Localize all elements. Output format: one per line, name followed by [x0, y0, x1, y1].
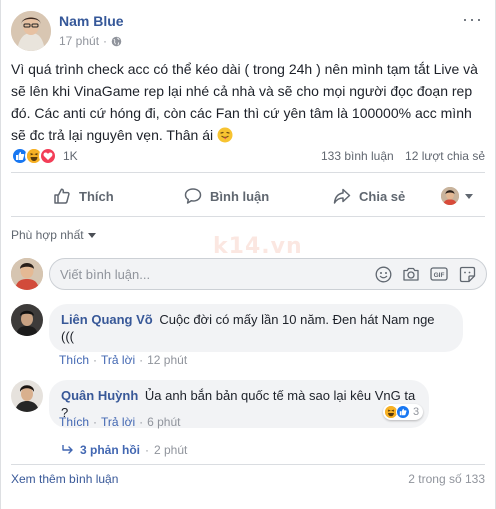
- commenter-avatar[interactable]: [11, 380, 43, 412]
- react-as-selector[interactable]: [441, 187, 473, 205]
- share-button[interactable]: Chia sẻ: [333, 187, 405, 205]
- comment-like-link[interactable]: Thích: [59, 353, 89, 367]
- viewer-avatar: [441, 187, 459, 205]
- share-count-link[interactable]: 12 lượt chia sẻ: [405, 149, 485, 163]
- comment-pagination-count: 2 trong số 133: [408, 472, 485, 486]
- commenter-avatar[interactable]: [11, 304, 43, 336]
- emoji-icon[interactable]: [374, 265, 392, 283]
- like-reaction-icon: [396, 405, 410, 419]
- divider: [11, 216, 485, 217]
- post-text: Vì quá trình check acc có thể kéo dài ( …: [11, 61, 478, 143]
- gif-icon[interactable]: GIF: [430, 265, 448, 283]
- tongue-emoji-icon: [217, 127, 233, 143]
- svg-text:GIF: GIF: [434, 272, 445, 279]
- replies-time: 2 phút: [154, 443, 188, 457]
- like-button[interactable]: Thích: [53, 187, 114, 205]
- globe-icon: [111, 36, 122, 46]
- camera-icon[interactable]: [402, 265, 420, 283]
- watermark-logo: k14.vn: [213, 234, 303, 259]
- post-actions: Thích Bình luận Chia sẻ: [11, 180, 485, 212]
- view-more-comments-link[interactable]: Xem thêm bình luận: [11, 472, 118, 486]
- comment-time[interactable]: 6 phút: [147, 415, 180, 429]
- engagement-counts: 133 bình luận 12 lượt chia sẻ: [321, 149, 485, 163]
- reactions-summary[interactable]: 1K: [11, 147, 78, 165]
- comment-reply-link[interactable]: Trả lời: [101, 415, 135, 429]
- comment-actions: Thích · Trả lời · 12 phút: [59, 353, 188, 367]
- comment-composer: GIF: [49, 258, 487, 290]
- chevron-down-icon: [465, 193, 473, 199]
- thumbs-up-icon: [54, 188, 70, 204]
- reaction-count[interactable]: 1K: [63, 149, 78, 163]
- viewer-avatar: [11, 258, 43, 290]
- comment-input[interactable]: [60, 259, 360, 289]
- reply-arrow-icon: [62, 445, 73, 454]
- comment-reaction-count: 3: [413, 406, 420, 418]
- comment-reply-link[interactable]: Trả lời: [101, 353, 135, 367]
- comment-like-link[interactable]: Thích: [59, 415, 89, 429]
- divider: [11, 172, 485, 173]
- post-time[interactable]: 17 phút: [59, 34, 99, 48]
- more-options-icon[interactable]: ···: [462, 10, 483, 28]
- commenter-name[interactable]: Quân Huỳnh: [61, 388, 138, 403]
- author-avatar[interactable]: [11, 11, 51, 51]
- facebook-post: Nam Blue 17 phút · ··· Vì quá trình chec…: [0, 0, 496, 509]
- share-arrow-icon: [333, 188, 351, 204]
- post-author-name[interactable]: Nam Blue: [59, 13, 124, 29]
- comment-button[interactable]: Bình luận: [184, 187, 269, 205]
- comment-bubble: Liên Quang Võ Cuộc đời có mấy lần 10 năm…: [49, 304, 463, 352]
- composer-tools: GIF: [374, 265, 476, 283]
- love-reaction-icon: [39, 147, 57, 165]
- comment-reactions[interactable]: 3: [383, 404, 424, 420]
- comment-count-link[interactable]: 133 bình luận: [321, 149, 394, 163]
- comment-actions: Thích · Trả lời · 6 phút: [59, 415, 181, 429]
- chevron-down-icon: [87, 232, 96, 238]
- commenter-name[interactable]: Liên Quang Võ: [61, 312, 153, 327]
- divider: [11, 464, 485, 465]
- sticker-icon[interactable]: [458, 265, 476, 283]
- post-meta: 17 phút ·: [59, 34, 122, 48]
- view-replies-link[interactable]: 3 phản hồi · 2 phút: [61, 443, 187, 457]
- comment-bubble-icon: [184, 188, 202, 204]
- comment-sort-dropdown[interactable]: Phù hợp nhất: [11, 228, 96, 242]
- comment-time[interactable]: 12 phút: [147, 353, 187, 367]
